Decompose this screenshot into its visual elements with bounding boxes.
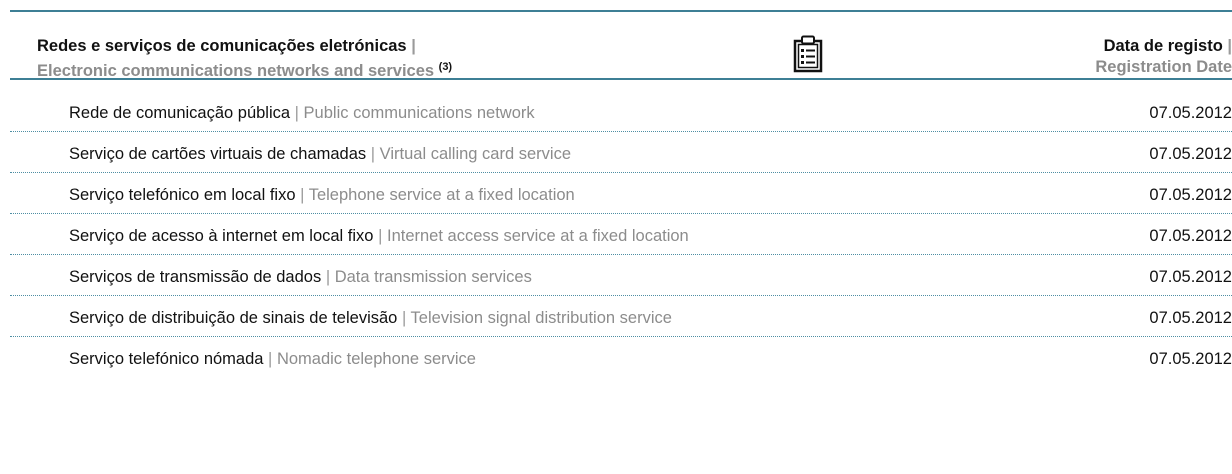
table-row: Serviço de acesso à internet em local fi… (10, 214, 1232, 255)
row-label-en: Virtual calling card service (379, 145, 572, 163)
row-label-pt: Serviço telefónico em local fixo (69, 186, 296, 204)
table-row: Serviço telefónico em local fixo | Telep… (10, 173, 1232, 214)
row-label-en: Public communications network (303, 104, 535, 122)
row-date: 07.05.2012 (1149, 227, 1232, 245)
row-label-en: Data transmission services (334, 268, 532, 286)
row-separator: | (268, 350, 273, 368)
row-label-pt: Rede de comunicação pública (69, 104, 291, 122)
row-separator: | (294, 104, 299, 122)
row-label-pt: Serviços de transmissão de dados (69, 268, 322, 286)
table-row: Serviço telefónico nómada | Nomadic tele… (10, 337, 1232, 377)
row-label-pt: Serviço de cartões virtuais de chamadas (69, 145, 367, 163)
header-title-block: Redes e serviços de comunicações eletrón… (37, 36, 452, 82)
table-row: Serviço de distribuição de sinais de tel… (10, 296, 1232, 337)
row-separator: | (378, 227, 383, 245)
row-label-pt: Serviço de acesso à internet em local fi… (69, 227, 374, 245)
clipboard-icon (793, 35, 823, 73)
header-date-separator: | (1227, 37, 1232, 55)
row-label: Serviços de transmissão de dados | Data … (69, 268, 532, 287)
header-date-en: Registration Date (1095, 58, 1232, 76)
header-date-pt: Data de registo (1103, 37, 1223, 55)
row-label: Serviço de distribuição de sinais de tel… (69, 309, 672, 328)
row-date: 07.05.2012 (1149, 186, 1232, 204)
row-label-en: Telephone service at a fixed location (308, 186, 575, 204)
row-separator: | (370, 145, 376, 163)
table-row: Serviço de cartões virtuais de chamadas … (10, 132, 1232, 173)
row-date: 07.05.2012 (1149, 145, 1232, 163)
row-label: Serviço telefónico em local fixo | Telep… (69, 186, 575, 205)
header-title-pt: Redes e serviços de comunicações eletrón… (37, 37, 407, 55)
row-date: 07.05.2012 (1149, 268, 1232, 286)
header-date-block: Data de registo | Registration Date (1095, 36, 1232, 78)
table-header: Redes e serviços de comunicações eletrón… (10, 12, 1232, 80)
row-label-en: Internet access service at a fixed locat… (386, 227, 689, 245)
row-separator: | (300, 186, 305, 204)
row-label: Rede de comunicação pública | Public com… (69, 104, 535, 123)
row-label: Serviço telefónico nómada | Nomadic tele… (69, 350, 476, 369)
table-row: Serviços de transmissão de dados | Data … (10, 255, 1232, 296)
row-label-pt: Serviço telefónico nómada (69, 350, 264, 368)
row-separator: | (325, 268, 331, 286)
footnote-marker: (3) (438, 61, 453, 73)
table-row: Rede de comunicação pública | Public com… (10, 91, 1232, 132)
header-bottom-rule (10, 78, 1232, 80)
row-label: Serviço de cartões virtuais de chamadas … (69, 145, 571, 164)
row-label-en: Television signal distribution service (410, 309, 672, 327)
table-body: Rede de comunicação pública | Public com… (10, 91, 1232, 377)
row-date: 07.05.2012 (1149, 350, 1232, 368)
row-label-pt: Serviço de distribuição de sinais de tel… (69, 309, 398, 327)
row-date: 07.05.2012 (1149, 104, 1232, 122)
row-separator: | (401, 309, 407, 327)
row-label: Serviço de acesso à internet em local fi… (69, 227, 689, 246)
row-date: 07.05.2012 (1149, 309, 1232, 327)
header-separator: | (411, 37, 416, 55)
row-label-en: Nomadic telephone service (276, 350, 476, 368)
